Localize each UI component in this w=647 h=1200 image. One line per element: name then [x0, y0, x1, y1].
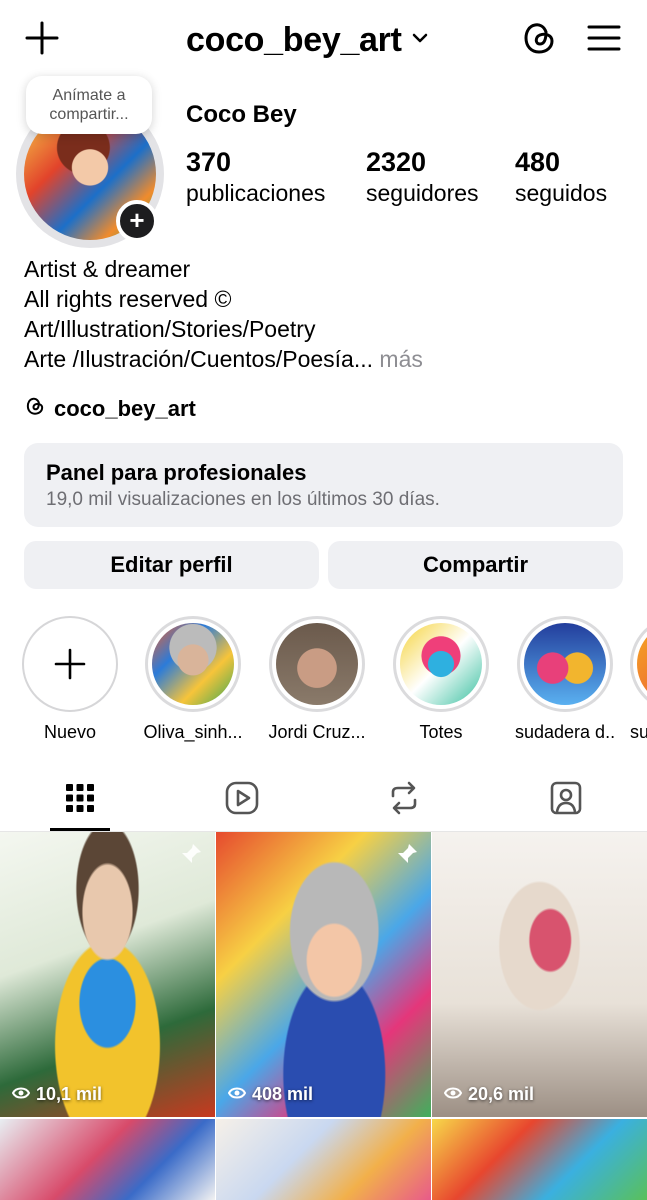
eye-icon: [443, 1084, 463, 1105]
highlight-item[interactable]: sudadera d...: [515, 616, 615, 743]
bio-line: Artist & dreamer: [24, 256, 191, 282]
tab-reposts-icon[interactable]: [384, 778, 424, 818]
stat-followers-value: 2320: [366, 147, 427, 177]
highlight-thumbnail: [276, 623, 358, 705]
menu-icon[interactable]: [586, 20, 622, 56]
create-plus-icon[interactable]: [24, 20, 60, 56]
pin-icon: [395, 842, 419, 866]
highlight-label: sudadera d...: [515, 722, 615, 742]
tab-reels-icon[interactable]: [222, 778, 262, 818]
highlight-thumbnail: [152, 623, 234, 705]
threads-small-icon: [24, 395, 46, 423]
professional-dashboard[interactable]: Panel para profesionales 19,0 mil visual…: [24, 443, 623, 527]
highlight-ring: [269, 616, 365, 712]
highlight-item[interactable]: Jordi Cruz...: [267, 616, 367, 743]
bio-more-link[interactable]: más: [379, 346, 422, 372]
highlight-label: Nuevo: [43, 722, 97, 742]
edit-profile-button[interactable]: Editar perfil: [24, 541, 319, 589]
eye-icon: [11, 1084, 31, 1105]
highlight-ring: [517, 616, 613, 712]
threads-handle: coco_bey_art: [54, 396, 196, 421]
highlight-label: Jordi Cruz...: [268, 722, 366, 742]
highlight-item[interactable]: Totes: [391, 616, 491, 743]
highlight-label: Totes: [419, 722, 463, 742]
highlight-ring: [630, 616, 647, 712]
highlight-thumbnail: [524, 623, 606, 705]
highlight-label: su: [630, 722, 647, 742]
post-tile[interactable]: 408 mil: [216, 832, 431, 1117]
top-bar: coco_bey_art: [0, 0, 647, 80]
stat-posts[interactable]: 370 publicaciones: [186, 146, 325, 208]
post-tile[interactable]: [216, 1119, 431, 1200]
panel-subtitle: 19,0 mil visualizaciones en los últimos …: [46, 489, 440, 510]
active-tab-indicator: [50, 828, 110, 831]
view-count-value: 10,1 mil: [36, 1084, 103, 1104]
panel-title: Panel para profesionales: [46, 460, 307, 485]
stat-following-value: 480: [515, 147, 561, 177]
stat-following[interactable]: 480 seguidos: [515, 146, 607, 208]
bio-line: Art/Illustration/Stories/Poetry: [24, 316, 316, 342]
stat-posts-label: publicaciones: [186, 180, 326, 206]
add-story-icon[interactable]: +: [116, 200, 158, 242]
display-name: Coco Bey: [186, 101, 297, 128]
account-switcher[interactable]: coco_bey_art: [186, 18, 428, 62]
highlight-item-partial[interactable]: su: [630, 616, 647, 743]
view-count-value: 408 mil: [252, 1084, 314, 1104]
view-count-value: 20,6 mil: [468, 1084, 535, 1104]
stat-posts-value: 370: [186, 147, 232, 177]
threads-icon[interactable]: [520, 18, 558, 58]
chevron-down-icon: [412, 31, 428, 49]
username: coco_bey_art: [186, 20, 402, 59]
stat-followers-label: seguidores: [366, 180, 479, 206]
view-count: 408 mil: [227, 1084, 314, 1105]
post-tile[interactable]: [432, 1119, 647, 1200]
bio-line: All rights reserved ©: [24, 286, 232, 312]
bio-line-last: Arte /Ilustración/Cuentos/Poesía... más: [24, 344, 423, 374]
bio: Artist & dreamer All rights reserved © A…: [24, 254, 423, 374]
tab-tagged-icon[interactable]: [546, 778, 586, 818]
stat-followers[interactable]: 2320 seguidores: [366, 146, 479, 208]
highlight-ring: [22, 616, 118, 712]
eye-icon: [227, 1084, 247, 1105]
post-tile[interactable]: 20,6 mil: [432, 832, 647, 1117]
view-count: 20,6 mil: [443, 1084, 535, 1105]
bio-line: Arte /Ilustración/Cuentos/Poesía...: [24, 346, 374, 372]
plus-icon: [54, 648, 86, 680]
note-bubble[interactable]: Anímate a compartir...: [26, 76, 152, 134]
tab-grid-icon[interactable]: [60, 778, 100, 818]
highlight-ring: [393, 616, 489, 712]
stat-following-label: seguidos: [515, 180, 608, 206]
highlight-thumbnail: [637, 623, 647, 705]
profile-tabs: [0, 770, 647, 832]
view-count: 10,1 mil: [11, 1084, 103, 1105]
highlight-label: Oliva_sinh...: [143, 722, 243, 742]
highlight-ring: [145, 616, 241, 712]
post-tile[interactable]: 10,1 mil: [0, 832, 215, 1117]
highlight-new[interactable]: Nuevo: [20, 616, 120, 743]
pin-icon: [179, 842, 203, 866]
post-tile[interactable]: [0, 1119, 215, 1200]
highlight-item[interactable]: Oliva_sinh...: [143, 616, 243, 743]
highlight-thumbnail: [400, 623, 482, 705]
share-profile-button[interactable]: Compartir: [328, 541, 623, 589]
threads-profile-link[interactable]: coco_bey_art: [24, 395, 196, 423]
